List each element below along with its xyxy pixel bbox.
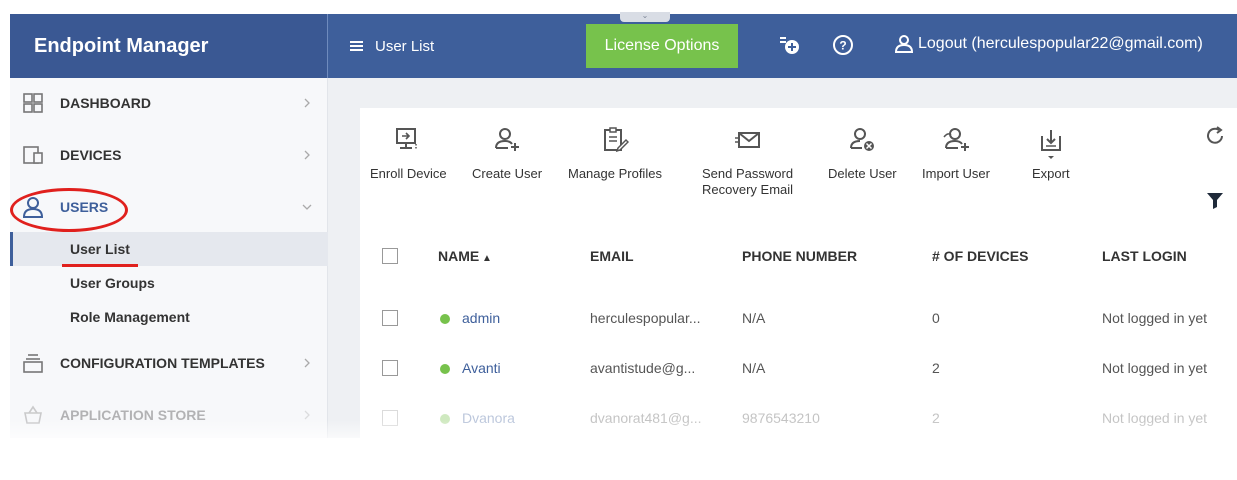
app-root: Endpoint Manager User List ⌄ License Opt… bbox=[0, 0, 1237, 480]
sidebar-item-dashboard[interactable]: DASHBOARD bbox=[10, 78, 328, 128]
menu-toggle[interactable]: User List bbox=[350, 38, 434, 55]
sidebar-item-application-store[interactable]: APPLICATION STORE bbox=[10, 390, 328, 440]
online-status-dot bbox=[440, 414, 450, 424]
user-last-login: Not logged in yet bbox=[1102, 410, 1208, 426]
user-device-count: 0 bbox=[932, 310, 940, 326]
chevron-right-icon bbox=[304, 150, 310, 160]
user-email: herculespopular... bbox=[590, 310, 701, 326]
sidebar-item-label: APPLICATION STORE bbox=[60, 407, 206, 423]
column-header-phone-number[interactable]: PHONE NUMBER bbox=[742, 248, 857, 264]
user-device-count: 2 bbox=[932, 410, 940, 426]
import-user-label: Import User bbox=[922, 166, 990, 181]
license-options-button[interactable]: License Options bbox=[586, 24, 738, 68]
send-password-label-line2: Recovery Email bbox=[702, 182, 794, 197]
sidebar-subitem-user-list[interactable]: User List bbox=[10, 232, 328, 266]
filter-icon[interactable] bbox=[1205, 190, 1225, 210]
import-user-icon bbox=[943, 128, 969, 151]
export-button[interactable]: Export bbox=[1032, 126, 1070, 182]
mail-icon bbox=[734, 132, 760, 148]
enroll-device-icon bbox=[396, 128, 418, 150]
menu-label: User List bbox=[375, 37, 435, 55]
user-name-link[interactable]: admin bbox=[462, 310, 500, 326]
user-name-link[interactable]: Dvanora bbox=[462, 410, 515, 426]
dashboard-grid-icon bbox=[23, 93, 43, 113]
sidebar-item-label: DASHBOARD bbox=[60, 95, 151, 111]
manage-profiles-label: Manage Profiles bbox=[568, 166, 662, 181]
select-all-checkbox[interactable] bbox=[382, 248, 398, 264]
delete-user-button[interactable]: Delete User bbox=[828, 126, 897, 182]
main-content: Enroll Device Create User Manage Profile… bbox=[328, 78, 1237, 438]
chevron-down-icon bbox=[302, 204, 312, 210]
user-outline-icon bbox=[894, 35, 914, 53]
row-checkbox[interactable] bbox=[382, 410, 398, 426]
user-phone: 9876543210 bbox=[742, 410, 820, 426]
user-phone: N/A bbox=[742, 360, 766, 376]
send-password-label-line1: Send Password bbox=[702, 166, 794, 181]
refresh-icon[interactable] bbox=[1203, 124, 1227, 148]
online-status-dot bbox=[440, 314, 450, 324]
delete-user-icon bbox=[850, 128, 875, 151]
delete-user-label: Delete User bbox=[828, 166, 897, 181]
user-email: avantistude@g... bbox=[590, 360, 696, 376]
sidebar-subitem-user-groups[interactable]: User Groups bbox=[10, 266, 328, 300]
sidebar-subitem-role-management[interactable]: Role Management bbox=[10, 300, 328, 334]
create-user-button[interactable]: Create User bbox=[472, 126, 542, 182]
devices-icon bbox=[23, 146, 43, 164]
templates-icon bbox=[23, 354, 43, 373]
user-list-panel: Enroll Device Create User Manage Profile… bbox=[360, 108, 1237, 438]
column-header-devices[interactable]: # OF DEVICES bbox=[932, 248, 1028, 264]
chevron-right-icon bbox=[304, 98, 310, 108]
user-last-login: Not logged in yet bbox=[1102, 360, 1208, 376]
app-title: Endpoint Manager bbox=[10, 14, 328, 78]
manage-profiles-button[interactable]: Manage Profiles bbox=[568, 126, 662, 182]
logout-link[interactable]: Logout (herculespopular22@gmail.com) bbox=[894, 34, 1203, 54]
sort-ascending-icon: ▲ bbox=[479, 253, 492, 264]
user-last-login: Not logged in yet bbox=[1102, 310, 1208, 326]
help-icon[interactable]: ? bbox=[830, 32, 856, 58]
sidebar-item-label: USERS bbox=[60, 199, 109, 215]
send-password-recovery-email-button[interactable]: Send Password Recovery Email bbox=[702, 126, 793, 198]
row-checkbox[interactable] bbox=[382, 360, 398, 376]
row-checkbox[interactable] bbox=[382, 310, 398, 326]
top-bar: Endpoint Manager User List ⌄ License Opt… bbox=[10, 12, 1237, 78]
sidebar-item-devices[interactable]: DEVICES bbox=[10, 130, 328, 180]
manage-profiles-icon bbox=[603, 127, 629, 153]
user-icon bbox=[22, 197, 44, 218]
sidebar-item-label: CONFIGURATION TEMPLATES bbox=[60, 355, 265, 371]
logout-label: Logout (herculespopular22@gmail.com) bbox=[918, 35, 1203, 52]
add-user-icon bbox=[495, 128, 520, 151]
column-header-email[interactable]: EMAIL bbox=[590, 248, 634, 264]
import-user-button[interactable]: Import User bbox=[922, 126, 990, 182]
collapse-header-tab[interactable]: ⌄ bbox=[620, 12, 670, 22]
chevron-right-icon bbox=[304, 358, 310, 368]
add-notification-icon[interactable] bbox=[776, 32, 802, 58]
column-header-name[interactable]: NAME ▲ bbox=[438, 248, 492, 264]
hamburger-icon[interactable] bbox=[350, 41, 363, 51]
user-name-link[interactable]: Avanti bbox=[462, 360, 501, 376]
sidebar-subitem-label: User Groups bbox=[70, 275, 155, 291]
svg-text:?: ? bbox=[839, 39, 846, 53]
online-status-dot bbox=[440, 364, 450, 374]
enroll-device-label: Enroll Device bbox=[370, 166, 447, 181]
export-download-icon bbox=[1040, 130, 1061, 159]
sidebar: DASHBOARD DEVICES USERS User List User G… bbox=[10, 78, 328, 438]
user-phone: N/A bbox=[742, 310, 766, 326]
sidebar-subitem-label: User List bbox=[70, 241, 130, 257]
enroll-device-button[interactable]: Enroll Device bbox=[370, 126, 447, 182]
create-user-label: Create User bbox=[472, 166, 543, 181]
user-email: dvanorat481@g... bbox=[590, 410, 702, 426]
sidebar-subitem-label: Role Management bbox=[70, 309, 190, 325]
store-basket-icon bbox=[24, 405, 42, 424]
user-device-count: 2 bbox=[932, 360, 940, 376]
export-label: Export bbox=[1032, 166, 1070, 181]
column-header-last-login[interactable]: LAST LOGIN bbox=[1102, 248, 1187, 264]
chevron-right-icon bbox=[304, 410, 310, 420]
sidebar-item-users[interactable]: USERS bbox=[10, 182, 328, 232]
sidebar-item-label: DEVICES bbox=[60, 147, 122, 163]
sidebar-item-configuration-templates[interactable]: CONFIGURATION TEMPLATES bbox=[10, 338, 328, 388]
